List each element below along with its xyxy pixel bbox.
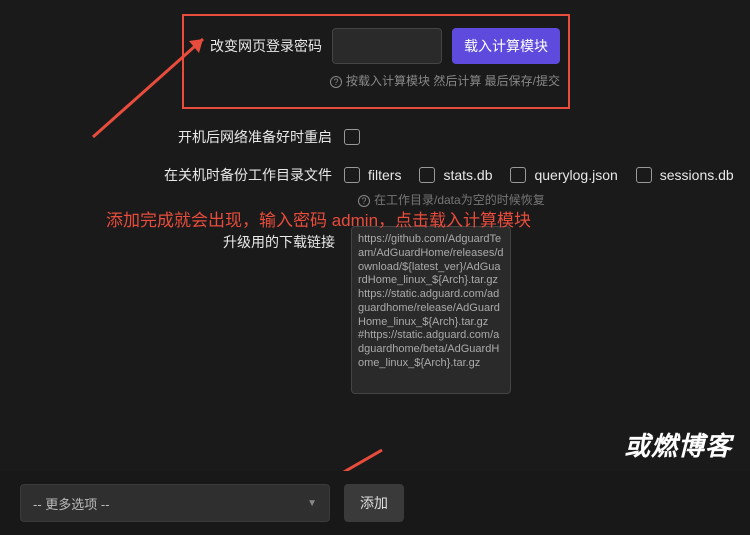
restart-label: 开机后网络准备好时重启 [178,127,332,147]
bottom-bar: -- 更多选项 -- ▼ 添加 [0,471,750,535]
backup-opt-3: sessions.db [660,167,734,183]
load-compute-button[interactable]: 载入计算模块 [452,28,560,64]
add-button[interactable]: 添加 [344,484,404,522]
help-icon: ? [330,76,342,88]
chevron-down-icon: ▼ [307,498,317,509]
watermark: 或燃博客 [624,426,732,463]
backup-querylog-checkbox[interactable] [510,167,526,183]
backup-sessions-checkbox[interactable] [636,167,652,183]
backup-opt-2: querylog.json [534,167,617,183]
download-links-textarea[interactable] [351,226,511,394]
more-options-select[interactable]: -- 更多选项 -- ▼ [20,484,330,522]
backup-label: 在关机时备份工作目录文件 [164,165,332,185]
password-label: 改变网页登录密码 [192,36,322,56]
select-placeholder: -- 更多选项 -- [33,494,110,513]
password-help: ?按载入计算模块 然后计算 最后保存/提交 [330,72,560,89]
password-section-highlight: 改变网页登录密码 载入计算模块 ?按载入计算模块 然后计算 最后保存/提交 [182,14,570,109]
restart-checkbox[interactable] [344,129,360,145]
backup-opt-1: stats.db [443,167,492,183]
backup-opt-0: filters [368,167,401,183]
backup-filters-checkbox[interactable] [344,167,360,183]
password-input[interactable] [332,28,442,64]
annotation-text-1: 添加完成就会出现，输入密码 admin，点击载入计算模块 [106,206,531,231]
backup-stats-checkbox[interactable] [419,167,435,183]
